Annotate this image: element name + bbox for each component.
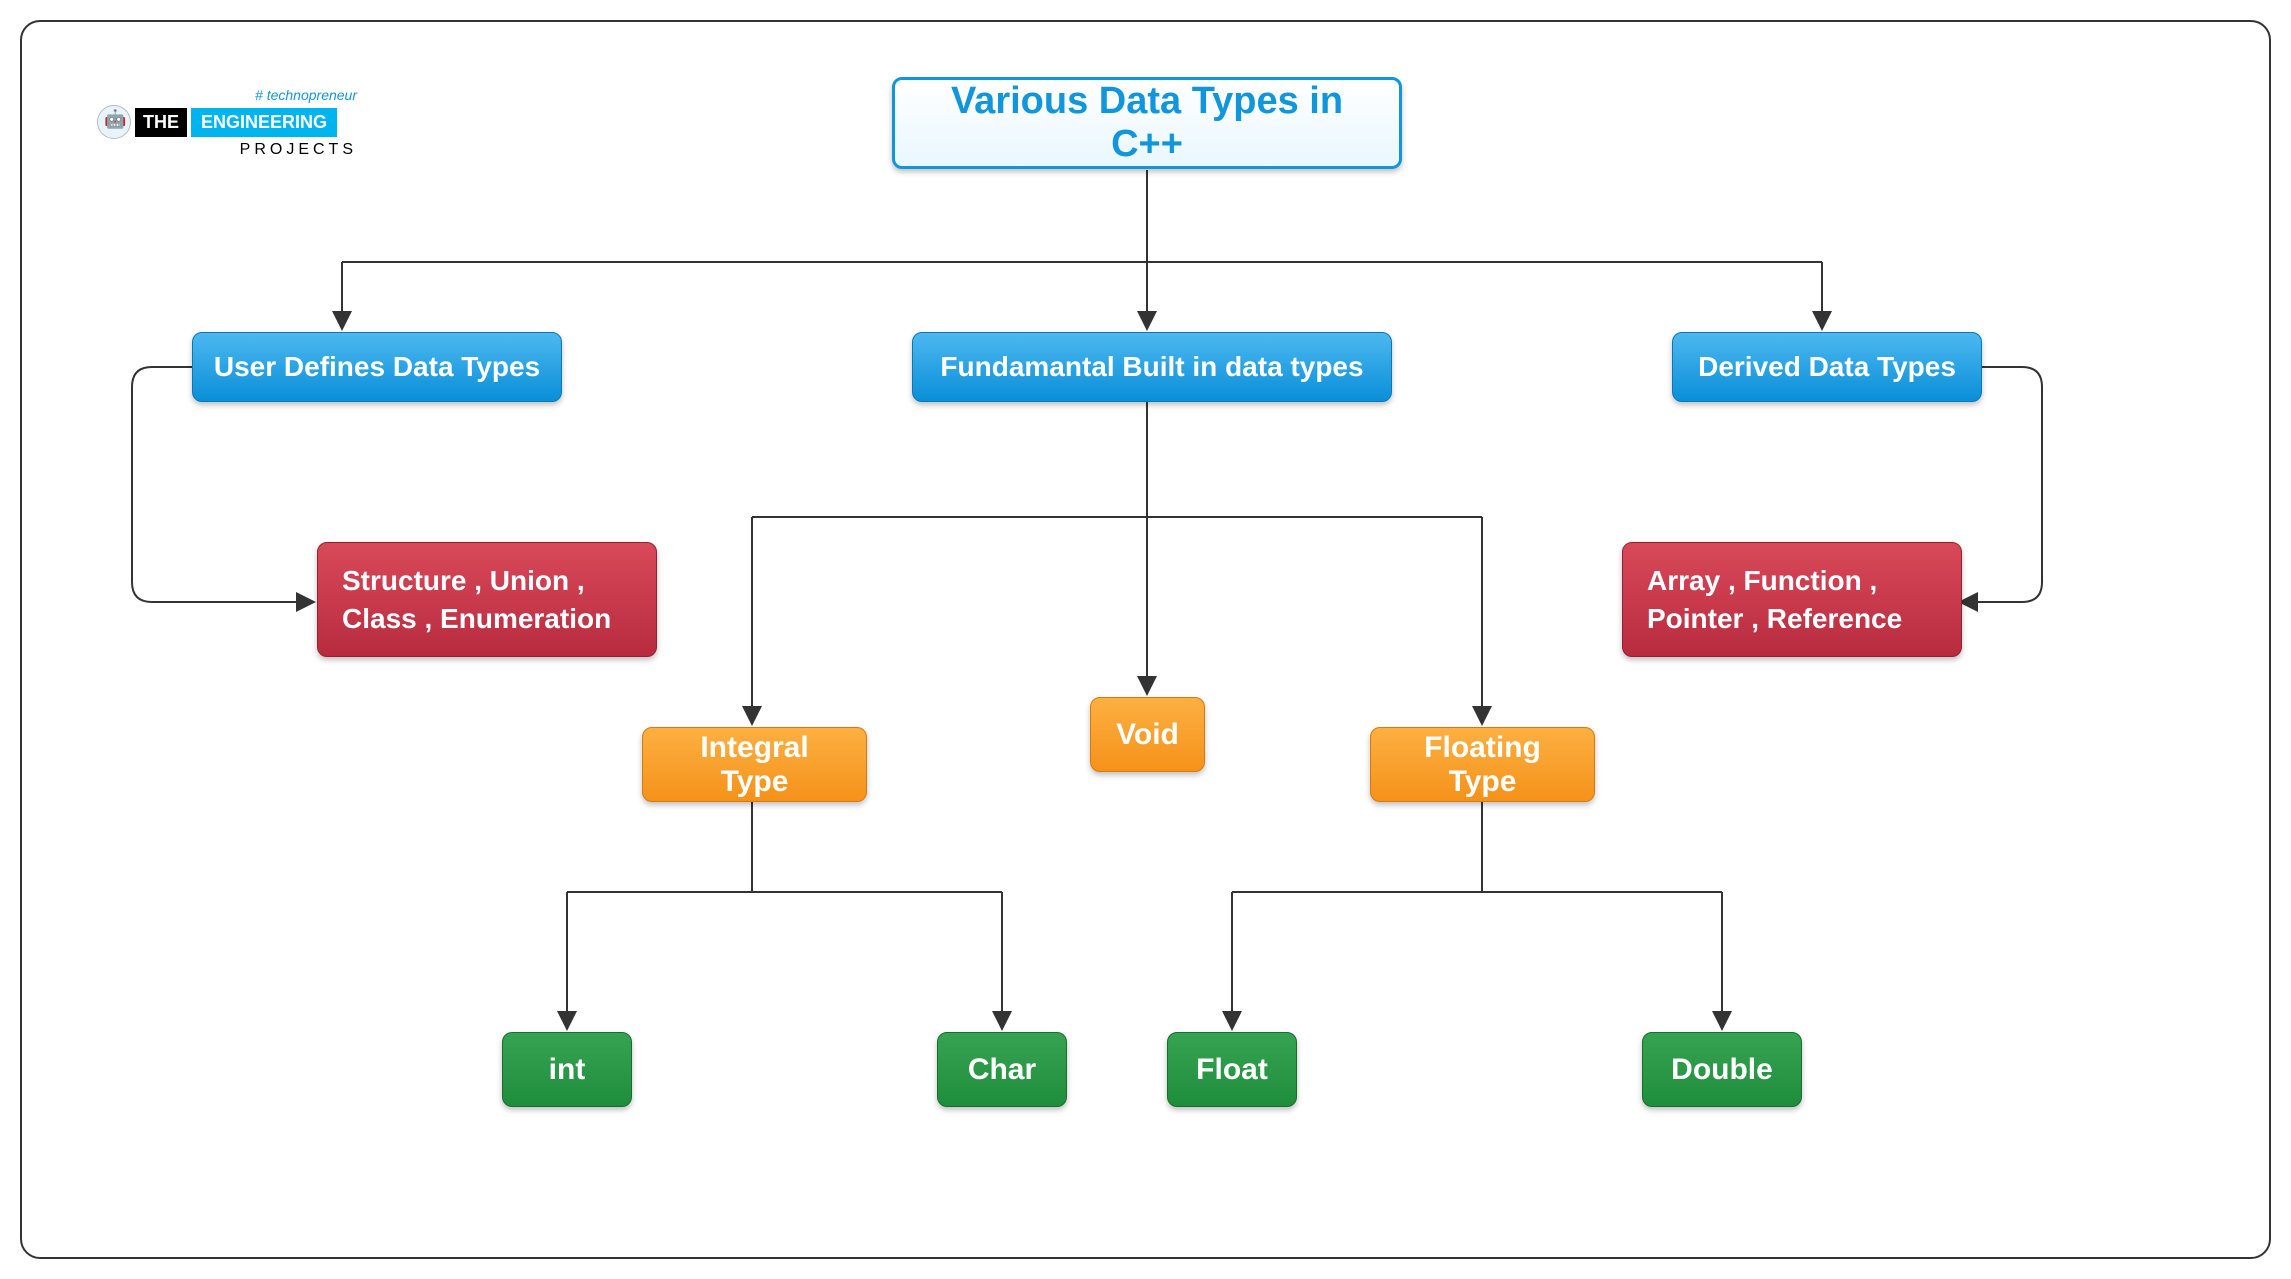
logo-projects: PROJECTS xyxy=(97,141,377,159)
brand-logo: # technopreneur THE ENGINEERING PROJECTS xyxy=(97,87,377,159)
derived-items-line1: Array , Function , xyxy=(1647,562,1877,600)
fundamental-node: Fundamantal Built in data types xyxy=(912,332,1392,402)
user-items-line2: Class , Enumeration xyxy=(342,600,611,638)
void-node: Void xyxy=(1090,697,1205,772)
robot-icon xyxy=(97,105,131,139)
derived-node: Derived Data Types xyxy=(1672,332,1982,402)
user-defines-node: User Defines Data Types xyxy=(192,332,562,402)
char-node: Char xyxy=(937,1032,1067,1107)
integral-node: Integral Type xyxy=(642,727,867,802)
logo-the: THE xyxy=(135,108,187,137)
logo-tag: # technopreneur xyxy=(97,87,377,103)
floating-node: Floating Type xyxy=(1370,727,1595,802)
user-items-node: Structure , Union , Class , Enumeration xyxy=(317,542,657,657)
int-node: int xyxy=(502,1032,632,1107)
logo-mid-row: THE ENGINEERING xyxy=(97,105,377,139)
derived-items-node: Array , Function , Pointer , Reference xyxy=(1622,542,1962,657)
derived-items-line2: Pointer , Reference xyxy=(1647,600,1902,638)
title-node: Various Data Types in C++ xyxy=(892,77,1402,169)
user-items-line1: Structure , Union , xyxy=(342,562,585,600)
diagram-frame: # technopreneur THE ENGINEERING PROJECTS xyxy=(20,20,2271,1259)
double-node: Double xyxy=(1642,1032,1802,1107)
logo-engineering: ENGINEERING xyxy=(191,108,337,137)
float-node: Float xyxy=(1167,1032,1297,1107)
